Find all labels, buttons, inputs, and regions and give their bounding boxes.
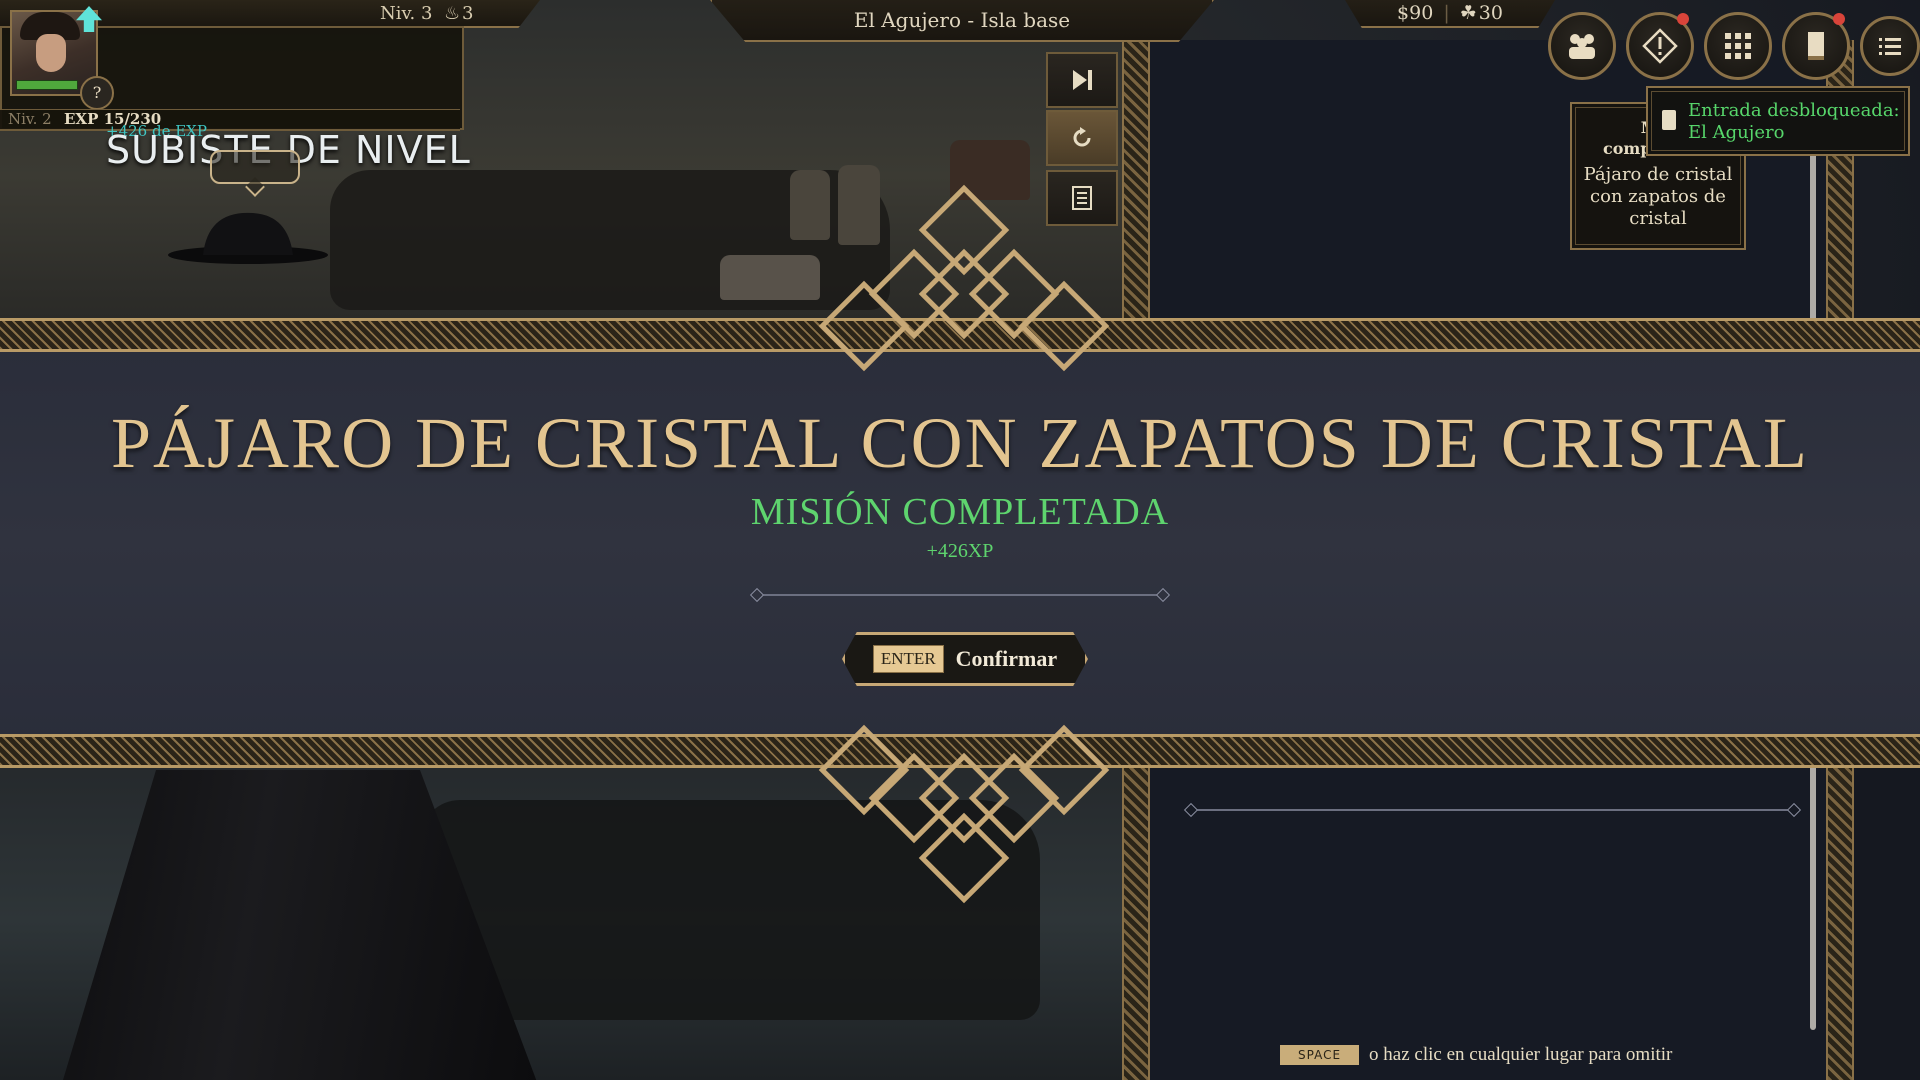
exp-level: Niv. 2 <box>8 110 52 128</box>
log-button[interactable] <box>1046 170 1118 226</box>
menu-icon <box>1879 38 1901 55</box>
quest-status: MISIÓN COMPLETADA <box>750 491 1170 533</box>
journal-icon <box>1808 32 1824 60</box>
menu-button[interactable] <box>1860 16 1920 76</box>
skip-hint-text: o haz clic en cualquier lugar para omiti… <box>1369 1044 1673 1065</box>
journal-button[interactable] <box>1782 12 1850 80</box>
location-title: El Agujero - Isla base <box>710 0 1214 42</box>
dialogue-divider <box>1190 809 1795 811</box>
separator: | <box>1443 2 1450 24</box>
game-screen[interactable]: Niv. 3 ♨ 3 El Agujero - Isla base $90 | … <box>0 0 1920 1080</box>
resource-value: 30 <box>1478 2 1503 24</box>
notification-dot <box>1677 13 1689 25</box>
help-button[interactable]: ? <box>80 76 114 110</box>
book-icon <box>1662 110 1676 130</box>
skip-button[interactable] <box>1046 52 1118 108</box>
party-icon <box>1569 34 1595 59</box>
confirm-label: Confirmar <box>955 646 1058 671</box>
level-label: Niv. 3 <box>380 3 433 24</box>
notification-dot <box>1833 13 1845 25</box>
flame-icon: ♨ <box>444 3 461 24</box>
toast-entry-line2: El Agujero <box>1688 122 1785 143</box>
quest-xp: +426XP <box>926 540 994 562</box>
alerts-button[interactable] <box>1626 12 1694 80</box>
entry-unlocked-toast: Entrada desbloqueada: El Agujero <box>1646 86 1910 156</box>
toast-body: Pájaro de cristal con zapatos de cristal <box>1583 164 1733 229</box>
alert-icon <box>1642 28 1678 64</box>
banner-divider <box>756 594 1164 596</box>
replay-icon <box>1073 127 1091 147</box>
toast-entry-line1: Entrada desbloqueada: <box>1688 100 1900 121</box>
replay-button[interactable] <box>1046 110 1118 166</box>
streak-value: 3 <box>462 3 474 24</box>
location-label: El Agujero - Isla base <box>853 8 1071 32</box>
speech-bubble-icon <box>210 150 300 184</box>
space-key-hint: SPACE <box>1280 1045 1360 1065</box>
skip-hint: SPACE o haz clic en cualquier lugar para… <box>1280 1044 1672 1066</box>
log-icon <box>1072 186 1092 210</box>
resources-bar: $90 | ☘ 30 <box>1345 0 1555 28</box>
inventory-grid-icon <box>1725 33 1751 59</box>
quest-title: PÁJARO DE CRISTAL CON ZAPATOS DE CRISTAL <box>110 403 1810 483</box>
toast-entry-text: Entrada desbloqueada: El Agujero <box>1688 100 1900 144</box>
skip-forward-icon <box>1073 70 1092 90</box>
confirm-button[interactable]: ENTER Confirmar <box>842 632 1088 686</box>
resource-icon: ☘ <box>1459 2 1477 24</box>
health-bar <box>16 80 78 90</box>
money-value: $90 <box>1397 2 1434 24</box>
party-button[interactable] <box>1548 12 1616 80</box>
inventory-button[interactable] <box>1704 12 1772 80</box>
enter-key-hint: ENTER <box>872 645 944 673</box>
detective-hat <box>168 212 328 264</box>
